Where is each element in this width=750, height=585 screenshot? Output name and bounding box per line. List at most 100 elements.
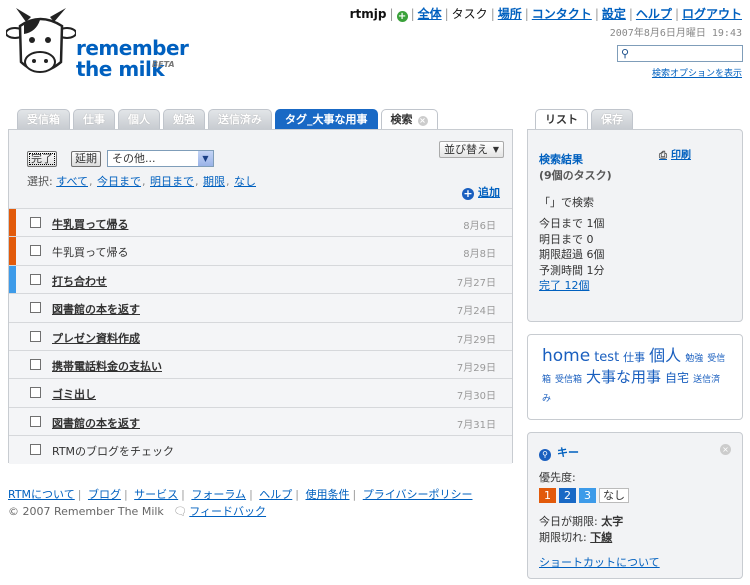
priority-bar xyxy=(9,351,16,378)
task-checkbox[interactable] xyxy=(30,387,41,399)
sort-button-label: 並び替え xyxy=(444,143,488,156)
speech-bubble-icon: 🗨 xyxy=(173,505,188,518)
select-today-link[interactable]: 今日まで xyxy=(97,175,141,188)
task-name[interactable]: RTMのブログをチェック xyxy=(52,443,174,459)
nav-tasks[interactable]: タスク xyxy=(452,7,488,21)
nav-help[interactable]: ヘルプ xyxy=(636,7,672,21)
task-row[interactable]: 携帯電話料金の支払い 7月29日 xyxy=(9,349,512,379)
task-name[interactable]: ゴミ出し xyxy=(52,386,96,402)
tag-link[interactable]: test xyxy=(594,350,619,365)
print-link[interactable]: ⎙ 印刷 xyxy=(659,146,691,161)
nav-overview[interactable]: 全体 xyxy=(418,7,442,21)
top-navigation: rtmjp | + | 全体 | タスク | 場所 | コンタクト | 設定 | ヘルプ | ログアウト xyxy=(349,7,742,22)
tab-tag-important[interactable]: タグ_大事な用事 xyxy=(275,109,378,129)
search-results-box: 検索結果 (9個のタスク) ⎙ 印刷 「」で検索 今日まで 1個 明日まで 0 期… xyxy=(527,129,743,322)
footer-help-link[interactable]: ヘルプ xyxy=(259,488,292,501)
close-icon[interactable]: × xyxy=(720,444,731,455)
add-plus-icon[interactable]: + xyxy=(396,11,408,22)
priority-bar xyxy=(9,237,16,265)
tab-list[interactable]: リスト xyxy=(535,109,588,130)
task-name[interactable]: 携帯電話料金の支払い xyxy=(52,358,162,374)
task-checkbox[interactable] xyxy=(30,444,41,456)
tab-search[interactable]: 検索 × xyxy=(380,109,438,130)
task-row[interactable]: RTMのブログをチェック xyxy=(9,435,512,464)
task-row[interactable]: ゴミ出し 7月30日 xyxy=(9,378,512,407)
task-checkbox[interactable] xyxy=(30,302,41,314)
more-actions-select[interactable]: その他... ▼ xyxy=(107,150,214,167)
footer-services-link[interactable]: サービス xyxy=(134,488,178,501)
task-checkbox[interactable] xyxy=(30,245,41,257)
tag-link[interactable]: 受信箱 xyxy=(555,375,582,385)
select-tomorrow-link[interactable]: 明日まで xyxy=(150,175,194,188)
nav-settings[interactable]: 設定 xyxy=(602,7,626,21)
tag-cloud-box: home test 仕事 個人 勉強 受信箱 受信箱 大事な用事 自宅 送信済み xyxy=(527,334,743,420)
priority-chip: 1 xyxy=(539,488,556,503)
tag-link[interactable]: 自宅 xyxy=(665,371,689,385)
footer-forum-link[interactable]: フォーラム xyxy=(191,488,246,501)
tag-link[interactable]: 勉強 xyxy=(685,354,703,364)
task-row[interactable]: プレゼン資料作成 7月29日 xyxy=(9,321,512,350)
more-actions-value: その他... xyxy=(112,152,156,165)
tag-link[interactable]: 仕事 xyxy=(623,351,645,364)
rtm-logo[interactable]: remember the milk BETA xyxy=(6,4,189,82)
task-checkbox[interactable] xyxy=(30,217,41,228)
search-input[interactable] xyxy=(632,46,740,61)
priority-chip: 2 xyxy=(559,488,576,503)
nav-locations[interactable]: 場所 xyxy=(498,7,522,21)
footer-terms-link[interactable]: 使用条件 xyxy=(306,488,350,501)
feedback-link[interactable]: フィードバック xyxy=(189,505,266,518)
close-icon[interactable]: × xyxy=(417,116,428,126)
task-row[interactable]: 図書館の本を返す 7月31日 xyxy=(9,406,512,436)
task-name[interactable]: 牛乳買って帰る xyxy=(52,244,128,260)
tab-work[interactable]: 仕事 xyxy=(73,109,115,129)
task-row[interactable]: 牛乳買って帰る 8月8日 xyxy=(9,236,512,265)
shortcuts-link[interactable]: ショートカットについて xyxy=(539,554,660,570)
print-label: 印刷 xyxy=(671,150,691,161)
tab-inbox[interactable]: 受信箱 xyxy=(17,109,70,129)
key-overdue-value: 下線 xyxy=(590,531,613,544)
postpone-button[interactable]: 延期 xyxy=(71,151,101,167)
task-name[interactable]: 図書館の本を返す xyxy=(52,301,140,317)
footer-privacy-link[interactable]: プライバシーポリシー xyxy=(363,488,473,501)
task-row[interactable]: 打ち合わせ 7月27日 xyxy=(9,264,512,294)
search-options-link[interactable]: 検索オプションを表示 xyxy=(652,66,742,79)
task-checkbox[interactable] xyxy=(30,358,41,370)
current-date: 2007年8月6日月曜日 19:43 xyxy=(609,28,742,39)
task-checkbox[interactable] xyxy=(30,415,41,427)
add-task-link[interactable]: + 追加 xyxy=(462,184,500,200)
task-row[interactable]: 牛乳買って帰る 8月6日 xyxy=(9,208,512,237)
task-name[interactable]: プレゼン資料作成 xyxy=(52,330,140,346)
tab-study[interactable]: 勉強 xyxy=(163,109,205,129)
tag-link[interactable]: 個人 xyxy=(649,346,681,365)
footer-blog-link[interactable]: ブログ xyxy=(88,488,121,501)
stat-due-tomorrow: 明日まで 0 xyxy=(539,232,594,246)
task-checkbox[interactable] xyxy=(30,273,41,285)
task-name[interactable]: 図書館の本を返す xyxy=(52,415,140,431)
complete-button[interactable]: 完了 xyxy=(27,151,57,167)
task-name[interactable]: 打ち合わせ xyxy=(52,273,107,289)
tag-link[interactable]: 大事な用事 xyxy=(586,368,661,386)
priority-bar xyxy=(9,294,16,321)
select-all-link[interactable]: すべて xyxy=(56,175,88,188)
tag-link[interactable]: home xyxy=(542,346,590,366)
sort-button[interactable]: 並び替え ▼ xyxy=(439,141,504,158)
key-today-value: 太字 xyxy=(601,515,624,528)
completed-link[interactable]: 完了 12個 xyxy=(539,279,590,292)
key-box: ⚲ キー × 優先度: 1 2 3 なし 今日が期限: 太字 期限切れ: 下線 ショート… xyxy=(527,432,743,579)
task-due-date: 7月24日 xyxy=(456,306,496,318)
task-row[interactable]: 図書館の本を返す 7月24日 xyxy=(9,293,512,322)
task-checkbox[interactable] xyxy=(30,330,41,342)
tab-sent[interactable]: 送信済み xyxy=(208,109,272,129)
priority-bar xyxy=(9,209,16,237)
nav-contacts[interactable]: コンタクト xyxy=(532,7,592,21)
results-count: (9個のタスク) xyxy=(539,169,612,182)
select-none-link[interactable]: なし xyxy=(234,175,256,188)
select-overdue-link[interactable]: 期限 xyxy=(203,175,225,188)
nav-logout[interactable]: ログアウト xyxy=(682,7,742,21)
tab-personal[interactable]: 個人 xyxy=(118,109,160,129)
tab-save[interactable]: 保存 xyxy=(591,109,633,129)
chevron-down-icon: ▼ xyxy=(198,151,213,166)
task-name[interactable]: 牛乳買って帰る xyxy=(52,216,128,232)
list-tabs: 受信箱 仕事 個人 勉強 送信済み タグ_大事な用事 検索 × xyxy=(17,109,438,130)
footer-about-link[interactable]: RTMについて xyxy=(8,488,75,501)
